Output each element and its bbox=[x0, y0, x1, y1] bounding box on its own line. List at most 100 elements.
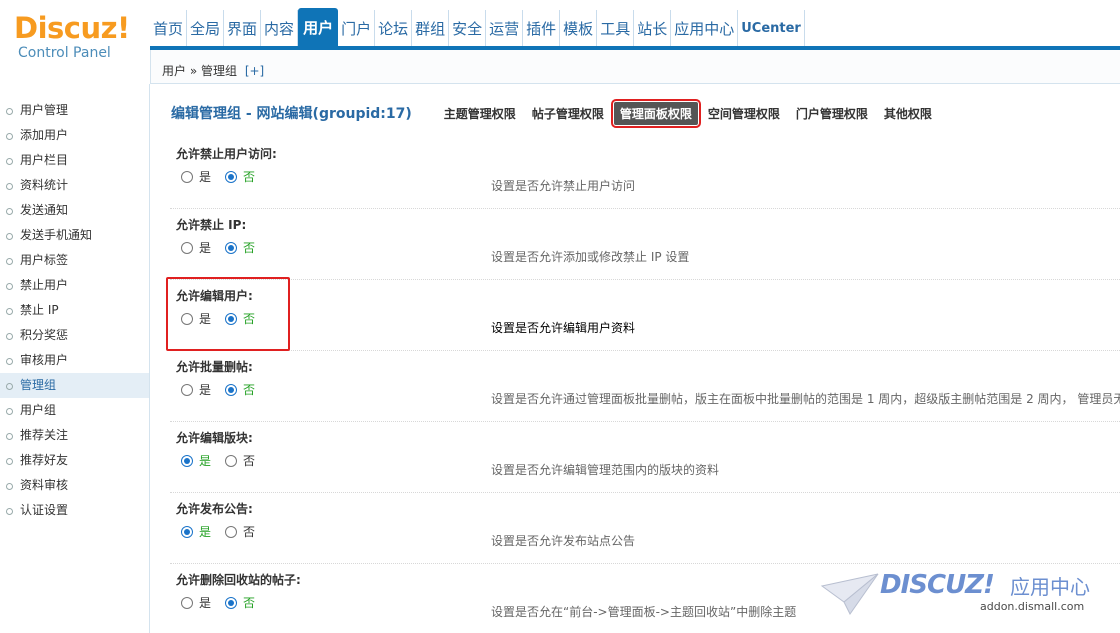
radio-no[interactable]: 否 bbox=[225, 239, 255, 256]
radio-circle[interactable] bbox=[181, 454, 193, 467]
radio-yes[interactable]: 是 bbox=[181, 452, 211, 469]
sidebar-item-5[interactable]: 发送手机通知 bbox=[0, 223, 149, 248]
radio-circle[interactable] bbox=[225, 383, 238, 396]
radio-label: 是 bbox=[199, 525, 212, 539]
nav-item-4[interactable]: 用户 bbox=[298, 8, 339, 48]
nav-item-11[interactable]: 模板 bbox=[560, 10, 598, 48]
sidebar-item-3[interactable]: 资料统计 bbox=[0, 173, 149, 198]
watermark-url: addon.dismall.com bbox=[980, 600, 1085, 613]
sidebar-item-14[interactable]: 推荐好友 bbox=[0, 448, 149, 473]
radio-yes[interactable]: 是 bbox=[181, 381, 211, 398]
radio-circle[interactable] bbox=[225, 312, 238, 325]
nav-item-12[interactable]: 工具 bbox=[597, 10, 635, 48]
nav-item-7[interactable]: 群组 bbox=[412, 10, 450, 48]
radio-label: 否 bbox=[243, 241, 256, 255]
logo[interactable]: Discuz! Control Panel bbox=[14, 12, 144, 64]
nav-item-10[interactable]: 插件 bbox=[523, 10, 561, 48]
page-title: 编辑管理组 - 网站编辑(groupid:17) bbox=[171, 106, 412, 122]
tab-1[interactable]: 帖子管理权限 bbox=[526, 102, 610, 125]
radio-circle[interactable] bbox=[225, 241, 238, 254]
radio-circle[interactable] bbox=[181, 525, 193, 538]
sidebar-item-7[interactable]: 禁止用户 bbox=[0, 273, 149, 298]
sidebar-item-12[interactable]: 用户组 bbox=[0, 398, 149, 423]
watermark: DISCUZ! 应用中心 addon.dismall.com bbox=[820, 568, 1110, 618]
nav-item-6[interactable]: 论坛 bbox=[375, 10, 413, 48]
nav-item-3[interactable]: 内容 bbox=[261, 10, 299, 48]
nav-item-5[interactable]: 门户 bbox=[338, 10, 376, 48]
sidebar-item-15[interactable]: 资料审核 bbox=[0, 473, 149, 498]
radio-yes[interactable]: 是 bbox=[181, 594, 211, 611]
radio-label: 是 bbox=[199, 596, 212, 610]
sidebar-item-11[interactable]: 管理组 bbox=[0, 373, 149, 398]
radio-no[interactable]: 否 bbox=[225, 452, 255, 469]
radio-circle[interactable] bbox=[181, 596, 193, 609]
paper-plane-icon bbox=[820, 573, 879, 615]
radio-group: 是否 bbox=[181, 381, 269, 398]
setting-row: 允许编辑版块: 是否设置是否允许编辑管理范围内的版块的资料 bbox=[170, 422, 1120, 493]
radio-yes[interactable]: 是 bbox=[181, 239, 211, 256]
radio-circle[interactable] bbox=[181, 383, 193, 396]
sidebar-item-2[interactable]: 用户栏目 bbox=[0, 148, 149, 173]
setting-description: 设置是否允许禁止用户访问 bbox=[491, 179, 636, 193]
title-row: 编辑管理组 - 网站编辑(groupid:17) 主题管理权限 帖子管理权限 管理面… bbox=[171, 98, 942, 128]
logo-sub: Control Panel bbox=[18, 45, 111, 61]
radio-group: 是否 bbox=[181, 523, 269, 540]
nav-item-2[interactable]: 界面 bbox=[224, 10, 262, 48]
sidebar-item-6[interactable]: 用户标签 bbox=[0, 248, 149, 273]
tab-2[interactable]: 管理面板权限 bbox=[610, 98, 701, 128]
sidebar-item-1[interactable]: 添加用户 bbox=[0, 123, 149, 148]
radio-label: 是 bbox=[199, 312, 212, 326]
radio-circle[interactable] bbox=[225, 596, 238, 609]
tab-0[interactable]: 主题管理权限 bbox=[438, 102, 522, 125]
radio-no[interactable]: 否 bbox=[225, 310, 255, 327]
breadcrumb-add-button[interactable]: [+] bbox=[245, 64, 264, 78]
radio-circle[interactable] bbox=[225, 170, 238, 183]
radio-yes[interactable]: 是 bbox=[181, 168, 211, 185]
sidebar-item-8[interactable]: 禁止 IP bbox=[0, 298, 149, 323]
nav-item-1[interactable]: 全局 bbox=[187, 10, 225, 48]
radio-yes[interactable]: 是 bbox=[181, 523, 211, 540]
setting-description: 设置是否允许发布站点公告 bbox=[491, 534, 636, 548]
sidebar-item-13[interactable]: 推荐关注 bbox=[0, 423, 149, 448]
radio-label: 否 bbox=[243, 525, 256, 539]
setting-label: 允许编辑版块: bbox=[176, 431, 253, 445]
radio-circle[interactable] bbox=[225, 525, 238, 538]
radio-circle[interactable] bbox=[225, 454, 238, 467]
nav-item-13[interactable]: 站长 bbox=[634, 10, 672, 48]
radio-no[interactable]: 否 bbox=[225, 523, 255, 540]
sidebar-item-4[interactable]: 发送通知 bbox=[0, 198, 149, 223]
radio-label: 否 bbox=[243, 312, 256, 326]
sidebar-item-9[interactable]: 积分奖惩 bbox=[0, 323, 149, 348]
radio-label: 是 bbox=[199, 383, 212, 397]
nav-item-15[interactable]: UCenter bbox=[738, 10, 805, 48]
tab-3[interactable]: 空间管理权限 bbox=[702, 102, 786, 125]
tab-4[interactable]: 门户管理权限 bbox=[790, 102, 874, 125]
sidebar-item-0[interactable]: 用户管理 bbox=[0, 98, 149, 123]
setting-description: 设置是否允许编辑用户资料 bbox=[491, 321, 636, 335]
radio-circle[interactable] bbox=[181, 312, 193, 325]
nav-item-0[interactable]: 首页 bbox=[150, 10, 188, 48]
nav-item-9[interactable]: 运营 bbox=[486, 10, 524, 48]
radio-group: 是否 bbox=[181, 239, 269, 256]
header: Discuz! Control Panel 首页 全局 界面 内容 用户 门户 论坛 群组 安全… bbox=[0, 0, 1120, 84]
radio-circle[interactable] bbox=[181, 241, 193, 254]
radio-label: 是 bbox=[199, 170, 212, 184]
radio-no[interactable]: 否 bbox=[225, 381, 255, 398]
radio-no[interactable]: 否 bbox=[225, 168, 255, 185]
radio-no[interactable]: 否 bbox=[225, 594, 255, 611]
sidebar: 用户管理 添加用户 用户栏目 资料统计 发送通知 发送手机通知 用户标签 禁止用户 禁止 IP 积… bbox=[0, 84, 150, 633]
tab-5[interactable]: 其他权限 bbox=[878, 102, 938, 125]
nav-item-14[interactable]: 应用中心 bbox=[671, 10, 739, 48]
setting-label: 允许发布公告: bbox=[176, 502, 253, 516]
watermark-cn: 应用中心 bbox=[1010, 575, 1090, 599]
setting-row: 允许禁止 IP: 是否设置是否允许添加或修改禁止 IP 设置 bbox=[170, 209, 1120, 280]
nav-item-8[interactable]: 安全 bbox=[449, 10, 487, 48]
sidebar-item-10[interactable]: 审核用户 bbox=[0, 348, 149, 373]
sidebar-item-16[interactable]: 认证设置 bbox=[0, 498, 149, 523]
permission-tabs: 主题管理权限 帖子管理权限 管理面板权限 空间管理权限 门户管理权限 其他权限 bbox=[438, 98, 942, 128]
radio-yes[interactable]: 是 bbox=[181, 310, 211, 327]
setting-label: 允许批量删帖: bbox=[176, 360, 253, 374]
radio-group: 是否 bbox=[181, 168, 269, 185]
radio-circle[interactable] bbox=[181, 170, 193, 183]
top-nav: 首页 全局 界面 内容 用户 门户 论坛 群组 安全 运营 插件 模板 工具 站长 应用中心 UCenter bbox=[150, 8, 805, 48]
